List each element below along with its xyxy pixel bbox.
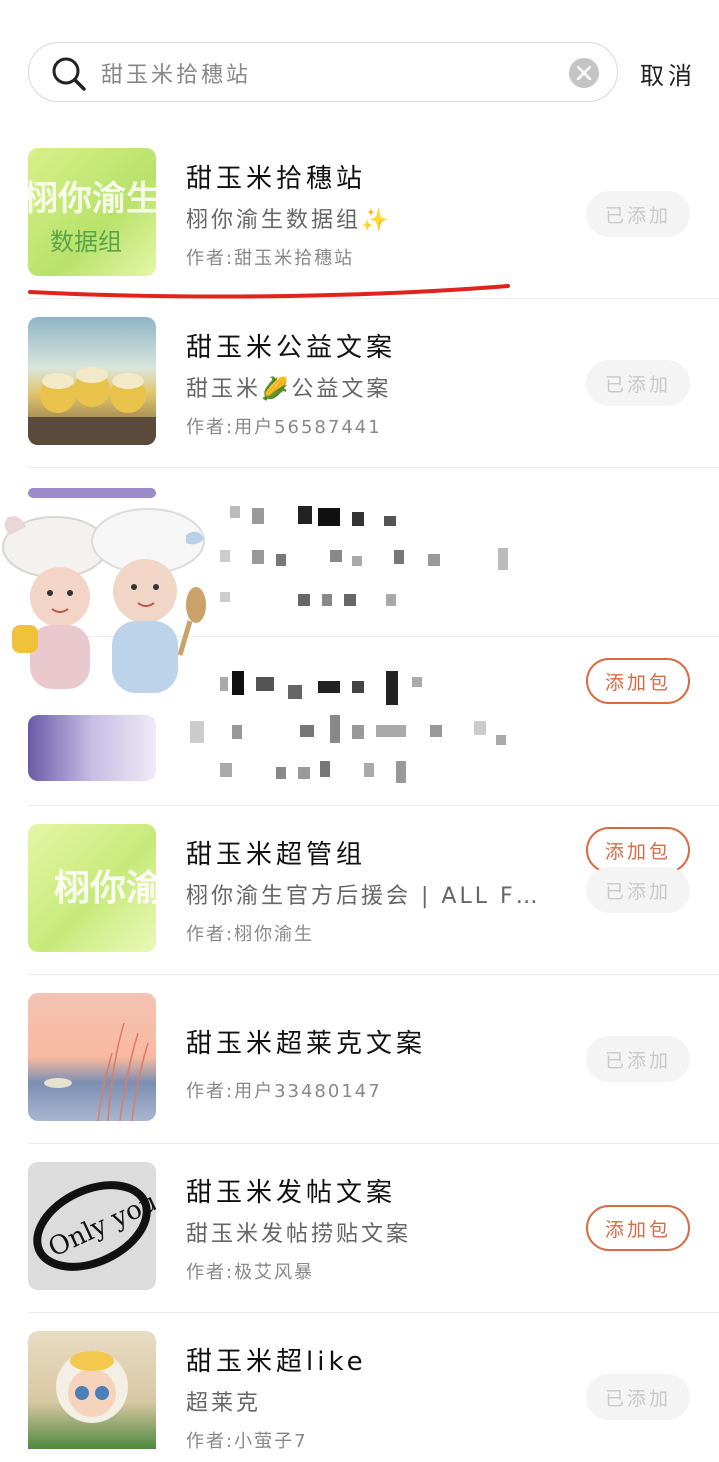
added-button[interactable]: 已添加 bbox=[586, 360, 690, 406]
added-button[interactable]: 已添加 bbox=[586, 1036, 690, 1082]
item-title: 甜玉米发帖文案 bbox=[186, 1178, 397, 1208]
list-item[interactable]: 栩你渝 甜玉米超管组 栩你渝生官方后援会 | ALL FO... 作者:栩你渝生… bbox=[0, 806, 719, 975]
thumbnail: 栩你渝 bbox=[28, 824, 156, 952]
item-desc: 超莱克 bbox=[186, 1391, 262, 1416]
thumbnail: Only you bbox=[28, 1162, 156, 1290]
sticker-image bbox=[2, 508, 206, 693]
svg-text:数据组: 数据组 bbox=[50, 228, 122, 256]
item-author: 作者:栩你渝生 bbox=[186, 924, 315, 945]
list-item[interactable]: 甜玉米超like 超莱克 作者:小萤子7 已添加 bbox=[0, 1313, 719, 1462]
list-item[interactable]: 甜玉米超莱克文案 作者:用户33480147 已添加 bbox=[0, 975, 719, 1144]
item-title: 甜玉米超莱克文案 bbox=[186, 1029, 427, 1059]
thumbnail bbox=[28, 715, 156, 781]
item-desc: 甜玉米发帖捞贴文案 bbox=[186, 1222, 412, 1247]
thumbnail: 栩你渝生 数据组 数据组 bbox=[28, 148, 156, 276]
list-item[interactable]: Only you 甜玉米发帖文案 甜玉米发帖捞贴文案 作者:极艾风暴 添加包 bbox=[0, 1144, 719, 1313]
item-author: 作者:极艾风暴 bbox=[186, 1262, 315, 1283]
search-bar: 取消 bbox=[0, 0, 719, 130]
thumbnail bbox=[28, 993, 156, 1121]
item-desc: 甜玉米🌽公益文案 bbox=[186, 377, 392, 402]
cancel-button[interactable]: 取消 bbox=[640, 56, 696, 91]
added-button[interactable]: 已添加 bbox=[586, 191, 690, 237]
list-item[interactable]: 甜玉米公益文案 甜玉米🌽公益文案 作者:用户56587441 已添加 bbox=[0, 299, 719, 468]
search-input[interactable] bbox=[101, 55, 561, 91]
thumb-text: 栩你渝 bbox=[54, 867, 156, 909]
added-button[interactable]: 已添加 bbox=[586, 867, 690, 913]
thumb-text: 栩你渝生 数据组 bbox=[28, 179, 156, 219]
item-author: 作者:甜玉米拾穗站 bbox=[186, 248, 355, 269]
thumbnail bbox=[28, 488, 156, 498]
item-title: 甜玉米超管组 bbox=[186, 840, 367, 870]
thumbnail bbox=[28, 317, 156, 445]
search-icon bbox=[51, 56, 87, 92]
item-desc: 栩你渝生数据组✨ bbox=[186, 208, 392, 233]
thumbnail bbox=[28, 1331, 156, 1449]
item-desc: 栩你渝生官方后援会 | ALL FO... bbox=[186, 884, 556, 909]
item-title: 甜玉米拾穗站 bbox=[186, 164, 367, 194]
search-box[interactable] bbox=[28, 42, 618, 102]
item-author: 作者:小萤子7 bbox=[186, 1431, 308, 1452]
item-title: 甜玉米公益文案 bbox=[186, 333, 397, 363]
annotation-underline bbox=[28, 284, 510, 299]
list-item[interactable]: 栩你渝生 数据组 数据组 甜玉米拾穗站 栩你渝生数据组✨ 作者:甜玉米拾穗站 已… bbox=[0, 130, 719, 299]
add-button[interactable]: 添加包 bbox=[586, 1205, 690, 1251]
item-title: 甜玉米超like bbox=[186, 1347, 367, 1377]
item-author: 作者:用户33480147 bbox=[186, 1081, 382, 1102]
item-author: 作者:用户56587441 bbox=[186, 417, 382, 438]
clear-icon[interactable] bbox=[569, 58, 599, 88]
added-button[interactable]: 已添加 bbox=[586, 1374, 690, 1420]
